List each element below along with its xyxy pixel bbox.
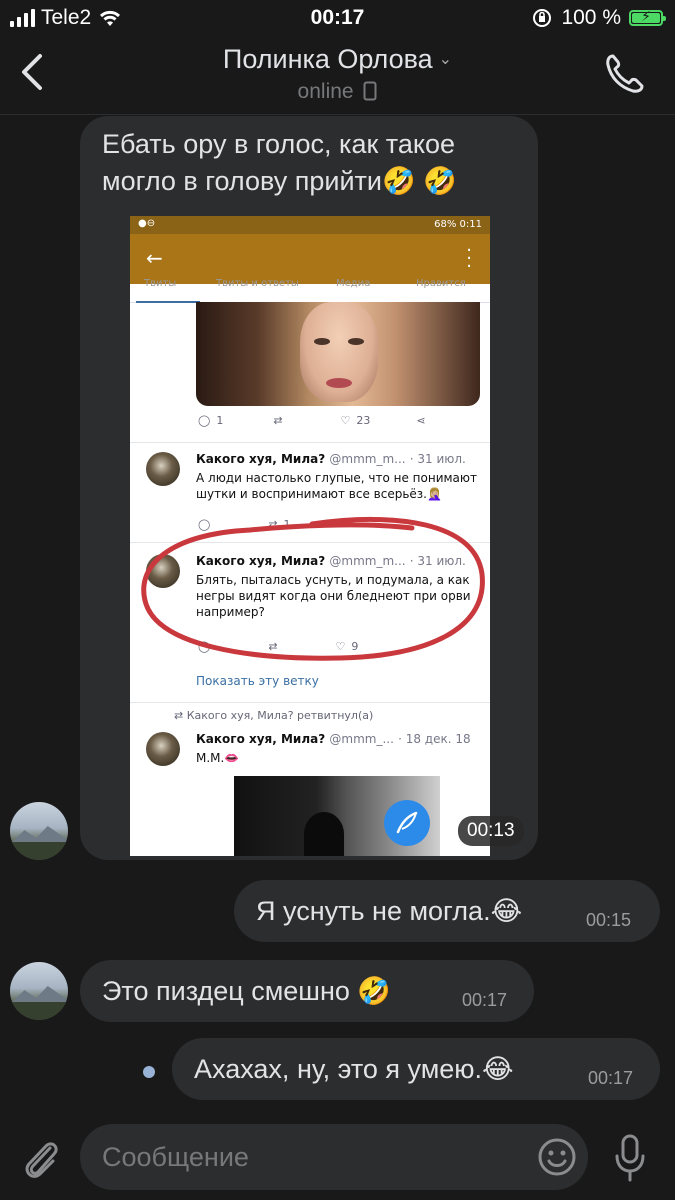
message-text: Ахахах, ну, это я умею.😂 [194, 1054, 514, 1084]
contact-name: Полинка Орлова [222, 44, 433, 74]
emoji-button[interactable] [536, 1136, 578, 1178]
message-time: 00:17 [588, 1068, 634, 1088]
attached-screenshot[interactable]: ●⊖ 68% 0:11 ← · · · Твиты Твиты и ответы М… [86, 216, 532, 856]
microphone-icon [615, 1134, 645, 1182]
orientation-lock-icon [531, 7, 553, 29]
smile-icon [538, 1138, 576, 1176]
contact-avatar[interactable] [10, 802, 68, 860]
chat-header: Полинка Орлова ⌄ online [0, 36, 675, 115]
composer: Сообщение [0, 1116, 675, 1200]
message-time: 00:15 [586, 910, 632, 930]
contact-avatar[interactable] [10, 962, 68, 1020]
message-time: 00:17 [462, 990, 508, 1010]
message-input-placeholder: Сообщение [102, 1142, 249, 1172]
chevron-down-icon: ⌄ [438, 51, 453, 68]
battery-icon: ⚡ [629, 8, 666, 26]
message-bubble-incoming[interactable]: Это пиздец смешно 🤣 00:17 [80, 960, 534, 1022]
contact-status: online [0, 80, 675, 104]
call-button[interactable] [603, 52, 645, 96]
contact-name-button[interactable]: Полинка Орлова ⌄ [0, 44, 675, 75]
message-text: Ебать ору в голос, как такое могло в гол… [102, 129, 457, 196]
status-bar: Tele2 00:17 100 % ⚡ [0, 0, 675, 36]
compose-fab [384, 800, 430, 846]
unread-indicator [143, 1066, 155, 1078]
online-label: online [297, 80, 354, 103]
attachment-duration: 00:13 [458, 816, 524, 846]
message-bubble-outgoing[interactable]: Ахахах, ну, это я умею.😂 00:17 [172, 1038, 660, 1100]
mobile-icon [363, 81, 377, 101]
highlight-circle [141, 516, 485, 661]
attach-button[interactable] [20, 1132, 60, 1184]
message-input[interactable]: Сообщение [80, 1124, 588, 1190]
battery-percent: 100 % [561, 6, 621, 29]
voice-message-button[interactable] [612, 1132, 648, 1184]
message-text: Это пиздец смешно 🤣 [102, 976, 391, 1006]
message-text: Я уснуть не могла.😂 [256, 896, 523, 926]
message-bubble-outgoing[interactable]: Я уснуть не могла.😂 00:15 [234, 880, 660, 942]
phone-icon [606, 54, 644, 93]
screenshot-content: ●⊖ 68% 0:11 ← · · · Твиты Твиты и ответы М… [130, 216, 490, 856]
feather-icon [396, 811, 418, 834]
paperclip-icon [25, 1142, 58, 1178]
